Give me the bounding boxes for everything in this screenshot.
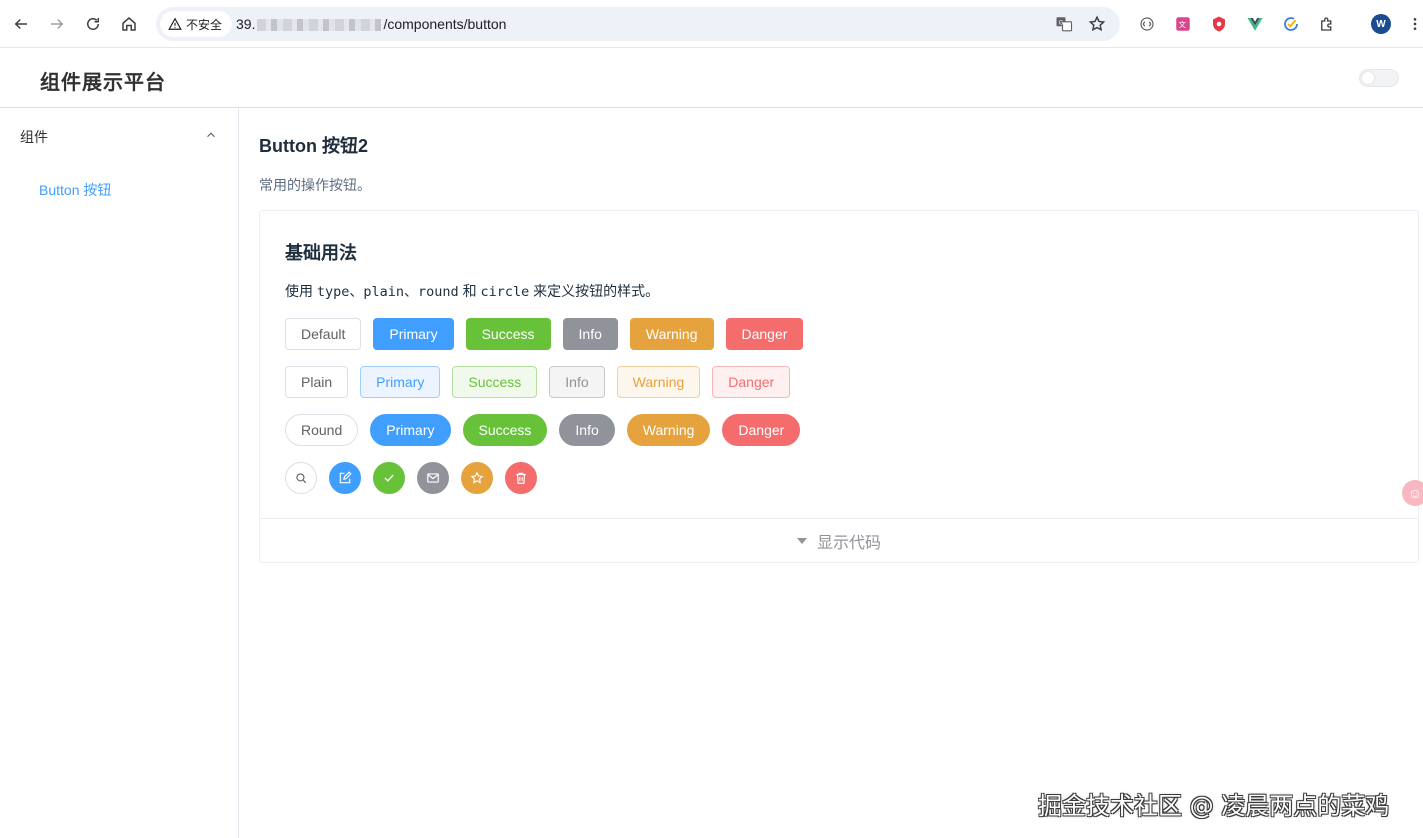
profile-avatar[interactable]: W bbox=[1371, 14, 1391, 34]
button-row-circle bbox=[285, 462, 537, 494]
desc-sep: 、 bbox=[404, 283, 419, 299]
svg-text:文: 文 bbox=[1179, 19, 1187, 29]
warning-button[interactable]: Warning bbox=[629, 318, 714, 350]
circle-search-button[interactable] bbox=[285, 462, 317, 494]
demo-description: 使用 type、plain、round 和 circle 来定义按钮的样式。 bbox=[285, 281, 659, 301]
url-redacted bbox=[257, 19, 382, 32]
code-round: round bbox=[418, 284, 459, 300]
url-path: /components/button bbox=[383, 16, 507, 32]
extension-check-icon[interactable] bbox=[1281, 14, 1301, 34]
page-title: Button 按钮2 bbox=[259, 136, 368, 156]
url-host: 39. bbox=[236, 16, 256, 32]
code-type: type bbox=[316, 284, 350, 300]
warning-triangle-icon bbox=[168, 17, 182, 30]
extension-devtools-icon[interactable] bbox=[1137, 14, 1157, 34]
button-row-default: Default Primary Success Info Warning Dan… bbox=[285, 318, 804, 350]
circle-delete-button[interactable] bbox=[505, 462, 537, 494]
button-row-round: Round Primary Success Info Warning Dange… bbox=[285, 414, 801, 446]
forward-icon[interactable] bbox=[45, 12, 69, 36]
star-icon bbox=[470, 471, 484, 484]
code-circle: circle bbox=[480, 284, 530, 300]
info-button[interactable]: Info bbox=[562, 318, 618, 350]
address-bar[interactable]: 不安全 39. /components/button G bbox=[156, 7, 1120, 41]
round-button[interactable]: Round bbox=[285, 414, 359, 446]
circle-message-button[interactable] bbox=[417, 462, 449, 494]
circle-edit-button[interactable] bbox=[329, 462, 361, 494]
round-warning-button[interactable]: Warning bbox=[626, 414, 711, 446]
browser-menu-icon[interactable] bbox=[1405, 14, 1423, 34]
demo-title: 基础用法 bbox=[285, 243, 357, 263]
app-header: 组件展示平台 bbox=[0, 48, 1423, 108]
message-icon bbox=[427, 473, 439, 483]
app-title: 组件展示平台 bbox=[40, 72, 166, 94]
bookmark-star-icon[interactable] bbox=[1087, 14, 1107, 34]
check-icon bbox=[384, 474, 394, 482]
toggle-knob bbox=[1362, 72, 1374, 84]
plain-button[interactable]: Plain bbox=[285, 366, 349, 398]
plain-success-button[interactable]: Success bbox=[452, 366, 538, 398]
security-label: 不安全 bbox=[186, 17, 223, 32]
floating-helper-icon[interactable]: ☺ bbox=[1402, 480, 1423, 506]
success-button[interactable]: Success bbox=[465, 318, 551, 350]
reload-icon[interactable] bbox=[81, 12, 105, 36]
extensions-puzzle-icon[interactable] bbox=[1317, 14, 1337, 34]
default-button[interactable]: Default bbox=[285, 318, 362, 350]
search-icon bbox=[296, 473, 307, 484]
sidebar-group-label: 组件 bbox=[20, 129, 48, 145]
security-indicator[interactable]: 不安全 bbox=[160, 11, 233, 37]
svg-text:G: G bbox=[1059, 19, 1064, 26]
extension-translate-icon[interactable]: 文 bbox=[1173, 14, 1193, 34]
desc-sep: 、 bbox=[349, 283, 364, 299]
back-icon[interactable] bbox=[9, 12, 33, 36]
profile-initial: W bbox=[1371, 14, 1391, 34]
danger-button[interactable]: Danger bbox=[725, 318, 804, 350]
desc-text: 来定义按钮的样式。 bbox=[529, 283, 660, 299]
code-plain: plain bbox=[363, 284, 405, 300]
primary-button[interactable]: Primary bbox=[373, 318, 454, 350]
sidebar-group-components[interactable]: 组件 bbox=[0, 118, 238, 154]
home-icon[interactable] bbox=[117, 12, 141, 36]
extension-shield-icon[interactable] bbox=[1209, 14, 1229, 34]
browser-toolbar: 不安全 39. /components/button G 文 W bbox=[0, 0, 1423, 48]
watermark: 掘金技术社区 @ 凌晨两点的菜鸡 bbox=[1038, 792, 1390, 820]
round-info-button[interactable]: Info bbox=[559, 414, 615, 446]
translate-icon[interactable]: G bbox=[1054, 14, 1074, 34]
circle-star-button[interactable] bbox=[461, 462, 493, 494]
plain-info-button[interactable]: Info bbox=[549, 366, 605, 398]
chevron-up-icon bbox=[207, 132, 215, 138]
page-description: 常用的操作按钮。 bbox=[259, 177, 371, 193]
delete-icon bbox=[516, 472, 526, 484]
url-text: 39. /components/button bbox=[236, 16, 506, 32]
desc-text: 使用 bbox=[285, 283, 317, 299]
show-code-toggle[interactable]: 显示代码 bbox=[260, 518, 1418, 563]
plain-primary-button[interactable]: Primary bbox=[360, 366, 441, 398]
button-row-plain: Plain Primary Success Info Warning Dange… bbox=[285, 366, 791, 398]
sidebar: 组件 Button 按钮 bbox=[0, 108, 239, 838]
theme-toggle[interactable] bbox=[1359, 69, 1399, 87]
desc-text: 和 bbox=[458, 283, 481, 299]
demo-block: 基础用法 使用 type、plain、round 和 circle 来定义按钮的… bbox=[259, 210, 1419, 563]
round-primary-button[interactable]: Primary bbox=[370, 414, 451, 446]
plain-danger-button[interactable]: Danger bbox=[712, 366, 791, 398]
plain-warning-button[interactable]: Warning bbox=[616, 366, 701, 398]
show-code-label: 显示代码 bbox=[816, 535, 881, 552]
sidebar-item-button[interactable]: Button 按钮 bbox=[39, 180, 111, 200]
round-success-button[interactable]: Success bbox=[462, 414, 548, 446]
round-danger-button[interactable]: Danger bbox=[722, 414, 801, 446]
extension-vue-icon[interactable] bbox=[1245, 14, 1265, 34]
caret-down-icon bbox=[796, 538, 807, 544]
edit-icon bbox=[339, 471, 352, 484]
circle-check-button[interactable] bbox=[373, 462, 405, 494]
